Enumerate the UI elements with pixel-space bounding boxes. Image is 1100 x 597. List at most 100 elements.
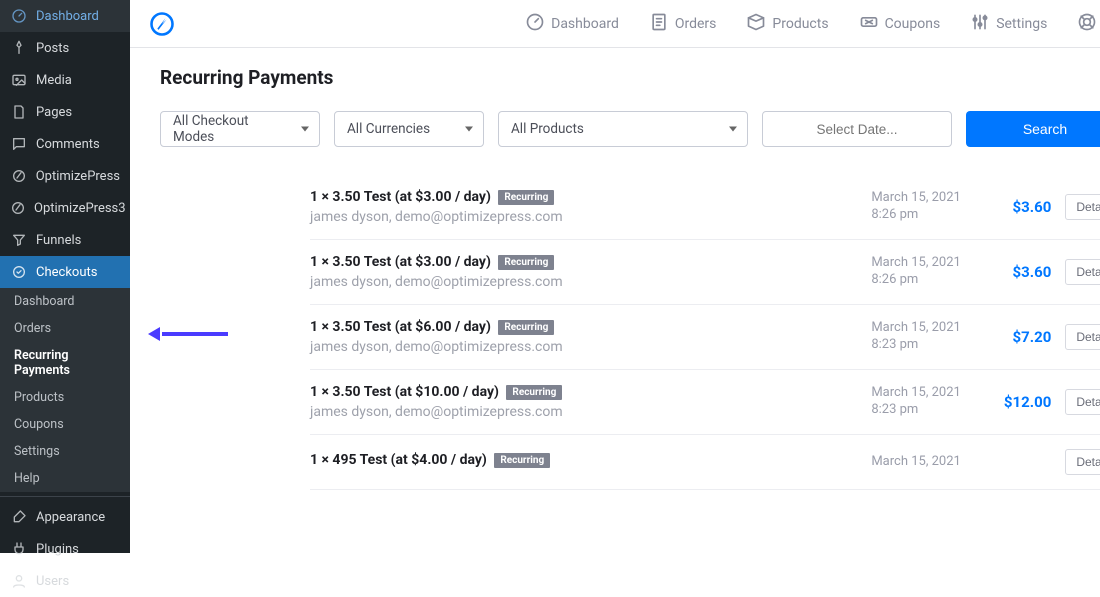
- sidebar-item-label: Checkouts: [36, 265, 97, 280]
- products-icon: [746, 12, 766, 36]
- sidebar-item-label: Pages: [36, 105, 72, 120]
- gauge-icon: [10, 7, 28, 25]
- sidebar-item-plugins[interactable]: Plugins: [0, 533, 130, 565]
- details-button[interactable]: Details: [1065, 259, 1100, 285]
- details-button[interactable]: Details: [1065, 449, 1100, 475]
- brush-icon: [10, 508, 28, 526]
- submenu-item-recurring-payments[interactable]: Recurring Payments: [0, 342, 130, 384]
- checkout-mode-value: All Checkout Modes: [173, 113, 289, 145]
- pin-icon: [10, 39, 28, 57]
- sidebar-item-posts[interactable]: Posts: [0, 32, 130, 64]
- payment-row: 1 × 3.50 Test (at $10.00 / day) Recurrin…: [310, 370, 1100, 435]
- payment-date: March 15, 2021: [871, 454, 981, 471]
- sidebar-item-label: OptimizePress: [36, 169, 120, 184]
- sliders-icon: [970, 12, 990, 36]
- sidebar-item-label: Comments: [36, 137, 100, 152]
- wp-admin-sidebar: Dashboard Posts Media Pages Comments Optimize…: [0, 0, 130, 553]
- submenu-item-coupons[interactable]: Coupons: [0, 411, 130, 438]
- sidebar-item-label: Posts: [36, 41, 69, 56]
- recurring-badge: Recurring: [498, 190, 554, 205]
- payment-title: 1 × 3.50 Test (at $3.00 / day): [310, 189, 491, 205]
- payment-amount: $7.20: [981, 328, 1051, 346]
- recurring-badge: Recurring: [506, 385, 562, 400]
- orders-icon: [649, 12, 669, 36]
- payment-amount: $3.60: [981, 263, 1051, 281]
- sidebar-item-optimizepress3[interactable]: OptimizePress3: [0, 192, 130, 224]
- submenu-item-settings[interactable]: Settings: [0, 438, 130, 465]
- chevron-down-icon: [729, 127, 737, 132]
- topnav-orders[interactable]: Orders: [645, 8, 721, 40]
- recurring-badge: Recurring: [494, 453, 550, 468]
- checkouts-icon: [10, 263, 28, 281]
- recurring-badge: Recurring: [498, 320, 554, 335]
- image-icon: [10, 71, 28, 89]
- topnav-coupons[interactable]: Coupons: [855, 8, 945, 40]
- sidebar-separator: [0, 496, 130, 497]
- sidebar-item-media[interactable]: Media: [0, 64, 130, 96]
- payment-row: 1 × 3.50 Test (at $3.00 / day) Recurring…: [310, 240, 1100, 305]
- sidebar-item-pages[interactable]: Pages: [0, 96, 130, 128]
- chevron-down-icon: [465, 127, 473, 132]
- payment-amount: $3.60: [981, 198, 1051, 216]
- recurring-badge: Recurring: [498, 255, 554, 270]
- submenu-item-products[interactable]: Products: [0, 384, 130, 411]
- submenu-item-dashboard[interactable]: Dashboard: [0, 288, 130, 315]
- payment-amount: $12.00: [981, 393, 1051, 411]
- sidebar-item-label: Users: [36, 574, 69, 589]
- payment-customer: james dyson, demo@optimizepress.com: [310, 404, 871, 420]
- sidebar-item-dashboard[interactable]: Dashboard: [0, 0, 130, 32]
- details-button[interactable]: Details: [1065, 324, 1100, 350]
- date-input[interactable]: [762, 111, 952, 147]
- checkout-mode-select[interactable]: All Checkout Modes: [160, 111, 320, 147]
- payment-title: 1 × 3.50 Test (at $3.00 / day): [310, 254, 491, 270]
- sidebar-item-users[interactable]: Users: [0, 565, 130, 597]
- payment-customer: james dyson, demo@optimizepress.com: [310, 209, 871, 225]
- sidebar-item-label: OptimizePress3: [34, 201, 126, 216]
- funnel-icon: [10, 231, 28, 249]
- sidebar-item-label: Media: [36, 73, 72, 88]
- currency-select[interactable]: All Currencies: [334, 111, 484, 147]
- product-select[interactable]: All Products: [498, 111, 748, 147]
- topnav-label: Settings: [996, 16, 1047, 32]
- topnav-products[interactable]: Products: [742, 8, 832, 40]
- sidebar-item-checkouts[interactable]: Checkouts: [0, 256, 130, 288]
- payment-date: March 15, 20218:26 pm: [871, 255, 981, 289]
- sidebar-item-label: Funnels: [36, 233, 81, 248]
- currency-value: All Currencies: [347, 121, 430, 137]
- lifebuoy-icon: [1077, 12, 1097, 36]
- comment-icon: [10, 135, 28, 153]
- payments-list: 1 × 3.50 Test (at $3.00 / day) Recurring…: [160, 175, 1100, 490]
- submenu-item-help[interactable]: Help: [0, 465, 130, 492]
- payment-date: March 15, 20218:23 pm: [871, 320, 981, 354]
- payment-customer: james dyson, demo@optimizepress.com: [310, 274, 871, 290]
- topnav-label: Products: [772, 16, 828, 32]
- topnav-label: Coupons: [885, 16, 941, 32]
- op-icon: [10, 199, 26, 217]
- sidebar-item-appearance[interactable]: Appearance: [0, 501, 130, 533]
- topnav-label: Dashboard: [551, 16, 619, 32]
- payment-row: 1 × 495 Test (at $4.00 / day) Recurring …: [310, 435, 1100, 490]
- page-icon: [10, 103, 28, 121]
- topnav-dashboard[interactable]: Dashboard: [521, 8, 623, 40]
- plug-icon: [10, 540, 28, 558]
- sidebar-item-comments[interactable]: Comments: [0, 128, 130, 160]
- chevron-down-icon: [301, 127, 309, 132]
- search-button[interactable]: Search: [966, 111, 1100, 147]
- sidebar-item-optimizepress[interactable]: OptimizePress: [0, 160, 130, 192]
- payment-row: 1 × 3.50 Test (at $6.00 / day) Recurring…: [310, 305, 1100, 370]
- payment-date: March 15, 20218:26 pm: [871, 190, 981, 224]
- details-button[interactable]: Details: [1065, 389, 1100, 415]
- payment-date: March 15, 20218:23 pm: [871, 385, 981, 419]
- sidebar-item-label: Appearance: [36, 510, 105, 525]
- topnav-settings[interactable]: Settings: [966, 8, 1051, 40]
- details-button[interactable]: Details: [1065, 194, 1100, 220]
- sidebar-item-funnels[interactable]: Funnels: [0, 224, 130, 256]
- payment-customer: james dyson, demo@optimizepress.com: [310, 339, 871, 355]
- sidebar-item-label: Plugins: [36, 542, 79, 557]
- page-title: Recurring Payments: [160, 66, 1100, 89]
- product-value: All Products: [511, 121, 584, 137]
- topnav-help[interactable]: Help: [1073, 8, 1100, 40]
- submenu-item-orders[interactable]: Orders: [0, 315, 130, 342]
- filters-row: All Checkout Modes All Currencies All Pr…: [160, 111, 1100, 147]
- payment-row: 1 × 3.50 Test (at $3.00 / day) Recurring…: [310, 175, 1100, 240]
